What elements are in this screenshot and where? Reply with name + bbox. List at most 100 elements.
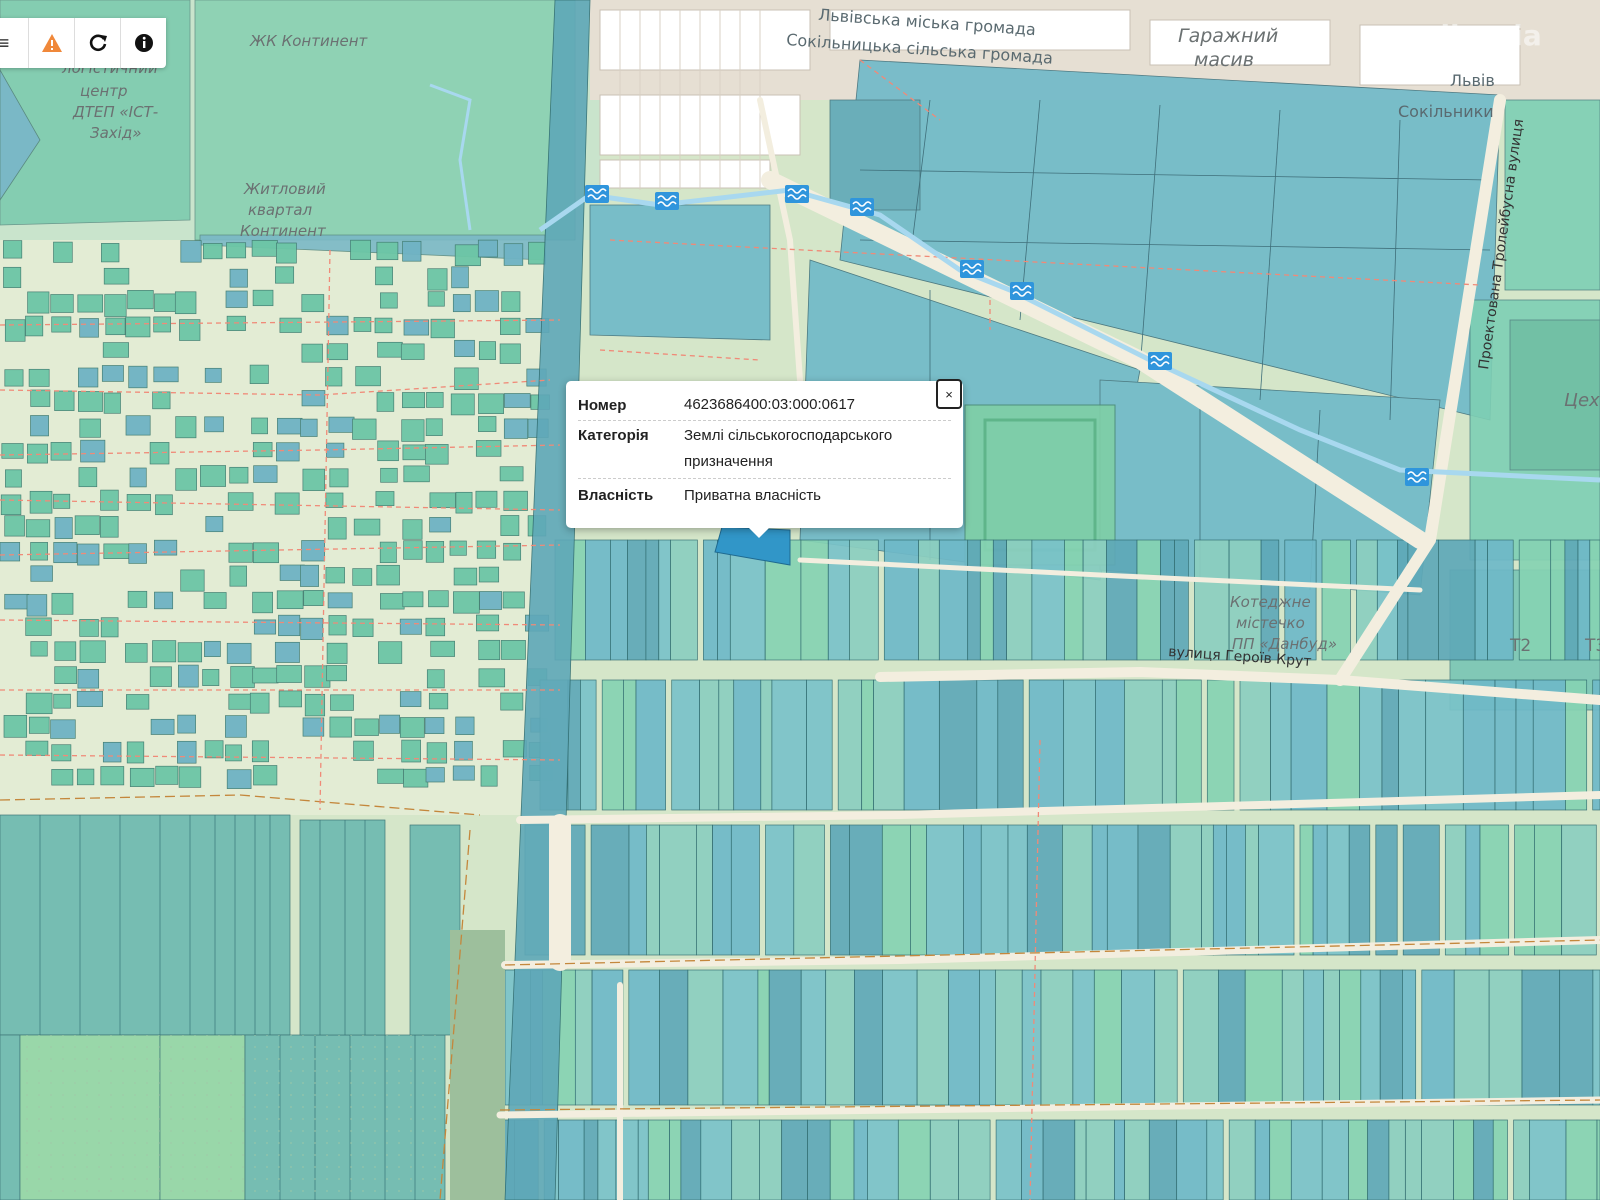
strip-parcel[interactable] — [938, 539, 969, 661]
house-parcel[interactable] — [425, 418, 443, 436]
strip-parcel[interactable] — [1174, 539, 1189, 661]
strip-parcel[interactable] — [800, 969, 827, 1106]
house-parcel[interactable] — [50, 442, 72, 461]
strip-parcel[interactable] — [849, 539, 879, 661]
house-parcel[interactable] — [380, 467, 398, 483]
strip-parcel[interactable] — [837, 679, 862, 811]
house-parcel[interactable] — [502, 740, 527, 758]
house-parcel[interactable] — [427, 268, 448, 291]
house-parcel[interactable] — [378, 641, 403, 664]
strip-parcel[interactable] — [722, 969, 759, 1106]
house-parcel[interactable] — [101, 243, 120, 263]
house-parcel[interactable] — [105, 317, 126, 336]
strip-parcel[interactable] — [1438, 539, 1476, 661]
house-parcel[interactable] — [353, 518, 381, 536]
house-parcel[interactable] — [150, 718, 175, 735]
house-parcel[interactable] — [355, 366, 381, 387]
house-parcel[interactable] — [376, 564, 400, 586]
strip-parcel[interactable] — [976, 679, 999, 811]
house-parcel[interactable] — [25, 315, 44, 337]
strip-parcel[interactable] — [1093, 969, 1122, 1106]
strip-parcel[interactable] — [1514, 824, 1535, 956]
strip-parcel[interactable] — [1245, 824, 1259, 956]
house-parcel[interactable] — [453, 591, 480, 614]
strip-parcel[interactable] — [733, 679, 762, 811]
house-parcel[interactable] — [227, 492, 254, 511]
house-parcel[interactable] — [104, 294, 127, 317]
strip-parcel[interactable] — [1321, 1119, 1349, 1200]
house-parcel[interactable] — [230, 666, 255, 688]
house-parcel[interactable] — [153, 316, 171, 333]
strip-parcel[interactable] — [671, 679, 700, 811]
strip-parcel[interactable] — [1160, 539, 1175, 661]
strip-parcel[interactable] — [1348, 1119, 1369, 1200]
house-parcel[interactable] — [276, 590, 304, 610]
house-parcel[interactable] — [454, 367, 479, 390]
strip-parcel[interactable] — [967, 539, 981, 661]
house-parcel[interactable] — [454, 244, 481, 267]
strip-parcel[interactable] — [635, 679, 666, 811]
warning-button[interactable] — [28, 18, 74, 68]
strip-parcel[interactable] — [1421, 969, 1455, 1106]
house-parcel[interactable] — [27, 291, 50, 314]
house-parcel[interactable] — [426, 742, 448, 764]
house-parcel[interactable] — [380, 292, 398, 309]
house-parcel[interactable] — [100, 516, 119, 538]
strip-parcel[interactable] — [1085, 1119, 1115, 1200]
house-parcel[interactable] — [276, 442, 300, 462]
strip-parcel[interactable] — [1106, 539, 1138, 661]
house-parcel[interactable] — [325, 567, 345, 584]
house-parcel[interactable] — [326, 315, 349, 336]
strip-parcel[interactable] — [1244, 969, 1283, 1106]
house-parcel[interactable] — [403, 465, 430, 483]
house-parcel[interactable] — [50, 719, 76, 739]
house-parcel[interactable] — [3, 715, 28, 738]
house-parcel[interactable] — [301, 294, 325, 313]
house-parcel[interactable] — [327, 517, 347, 540]
house-parcel[interactable] — [53, 693, 71, 709]
house-parcel[interactable] — [428, 590, 449, 608]
house-parcel[interactable] — [76, 690, 103, 707]
house-parcel[interactable] — [175, 468, 197, 491]
house-parcel[interactable] — [225, 715, 247, 738]
house-parcel[interactable] — [326, 665, 347, 682]
house-parcel[interactable] — [103, 392, 121, 414]
house-parcel[interactable] — [25, 692, 53, 715]
strip-parcel[interactable] — [696, 824, 713, 956]
strip-parcel[interactable] — [730, 824, 760, 956]
strip-parcel[interactable] — [1124, 679, 1163, 811]
strip-parcel[interactable] — [1201, 824, 1214, 956]
house-parcel[interactable] — [30, 415, 49, 437]
house-parcel[interactable] — [226, 769, 252, 789]
house-parcel[interactable] — [102, 741, 122, 763]
house-parcel[interactable] — [177, 740, 197, 764]
strip-parcel[interactable] — [1007, 824, 1028, 956]
strip-parcel[interactable] — [1290, 679, 1328, 811]
strip-parcel[interactable] — [861, 679, 874, 811]
strip-parcel[interactable] — [1137, 824, 1171, 956]
house-parcel[interactable] — [328, 615, 347, 636]
strip-parcel[interactable] — [1299, 824, 1314, 956]
house-parcel[interactable] — [276, 665, 302, 683]
strip-parcel[interactable] — [1218, 969, 1246, 1106]
house-parcel[interactable] — [328, 416, 355, 433]
strip-parcel[interactable] — [918, 539, 940, 661]
strip-parcel[interactable] — [849, 824, 883, 956]
strip-parcel[interactable] — [1254, 1119, 1271, 1200]
house-parcel[interactable] — [350, 239, 371, 260]
strip-parcel[interactable] — [1206, 679, 1235, 811]
strip-parcel[interactable] — [771, 679, 807, 811]
strip-parcel[interactable] — [980, 824, 1009, 956]
house-parcel[interactable] — [149, 666, 172, 687]
house-parcel[interactable] — [326, 343, 349, 361]
strip-parcel[interactable] — [793, 824, 825, 956]
house-parcel[interactable] — [402, 591, 424, 608]
strip-parcel[interactable] — [712, 824, 732, 956]
strip-parcel[interactable] — [1169, 824, 1202, 956]
strip-parcel[interactable] — [1031, 539, 1065, 661]
house-parcel[interactable] — [252, 667, 279, 684]
house-parcel[interactable] — [225, 290, 248, 308]
house-parcel[interactable] — [402, 444, 429, 461]
house-parcel[interactable] — [51, 592, 74, 615]
house-parcel[interactable] — [180, 240, 202, 263]
